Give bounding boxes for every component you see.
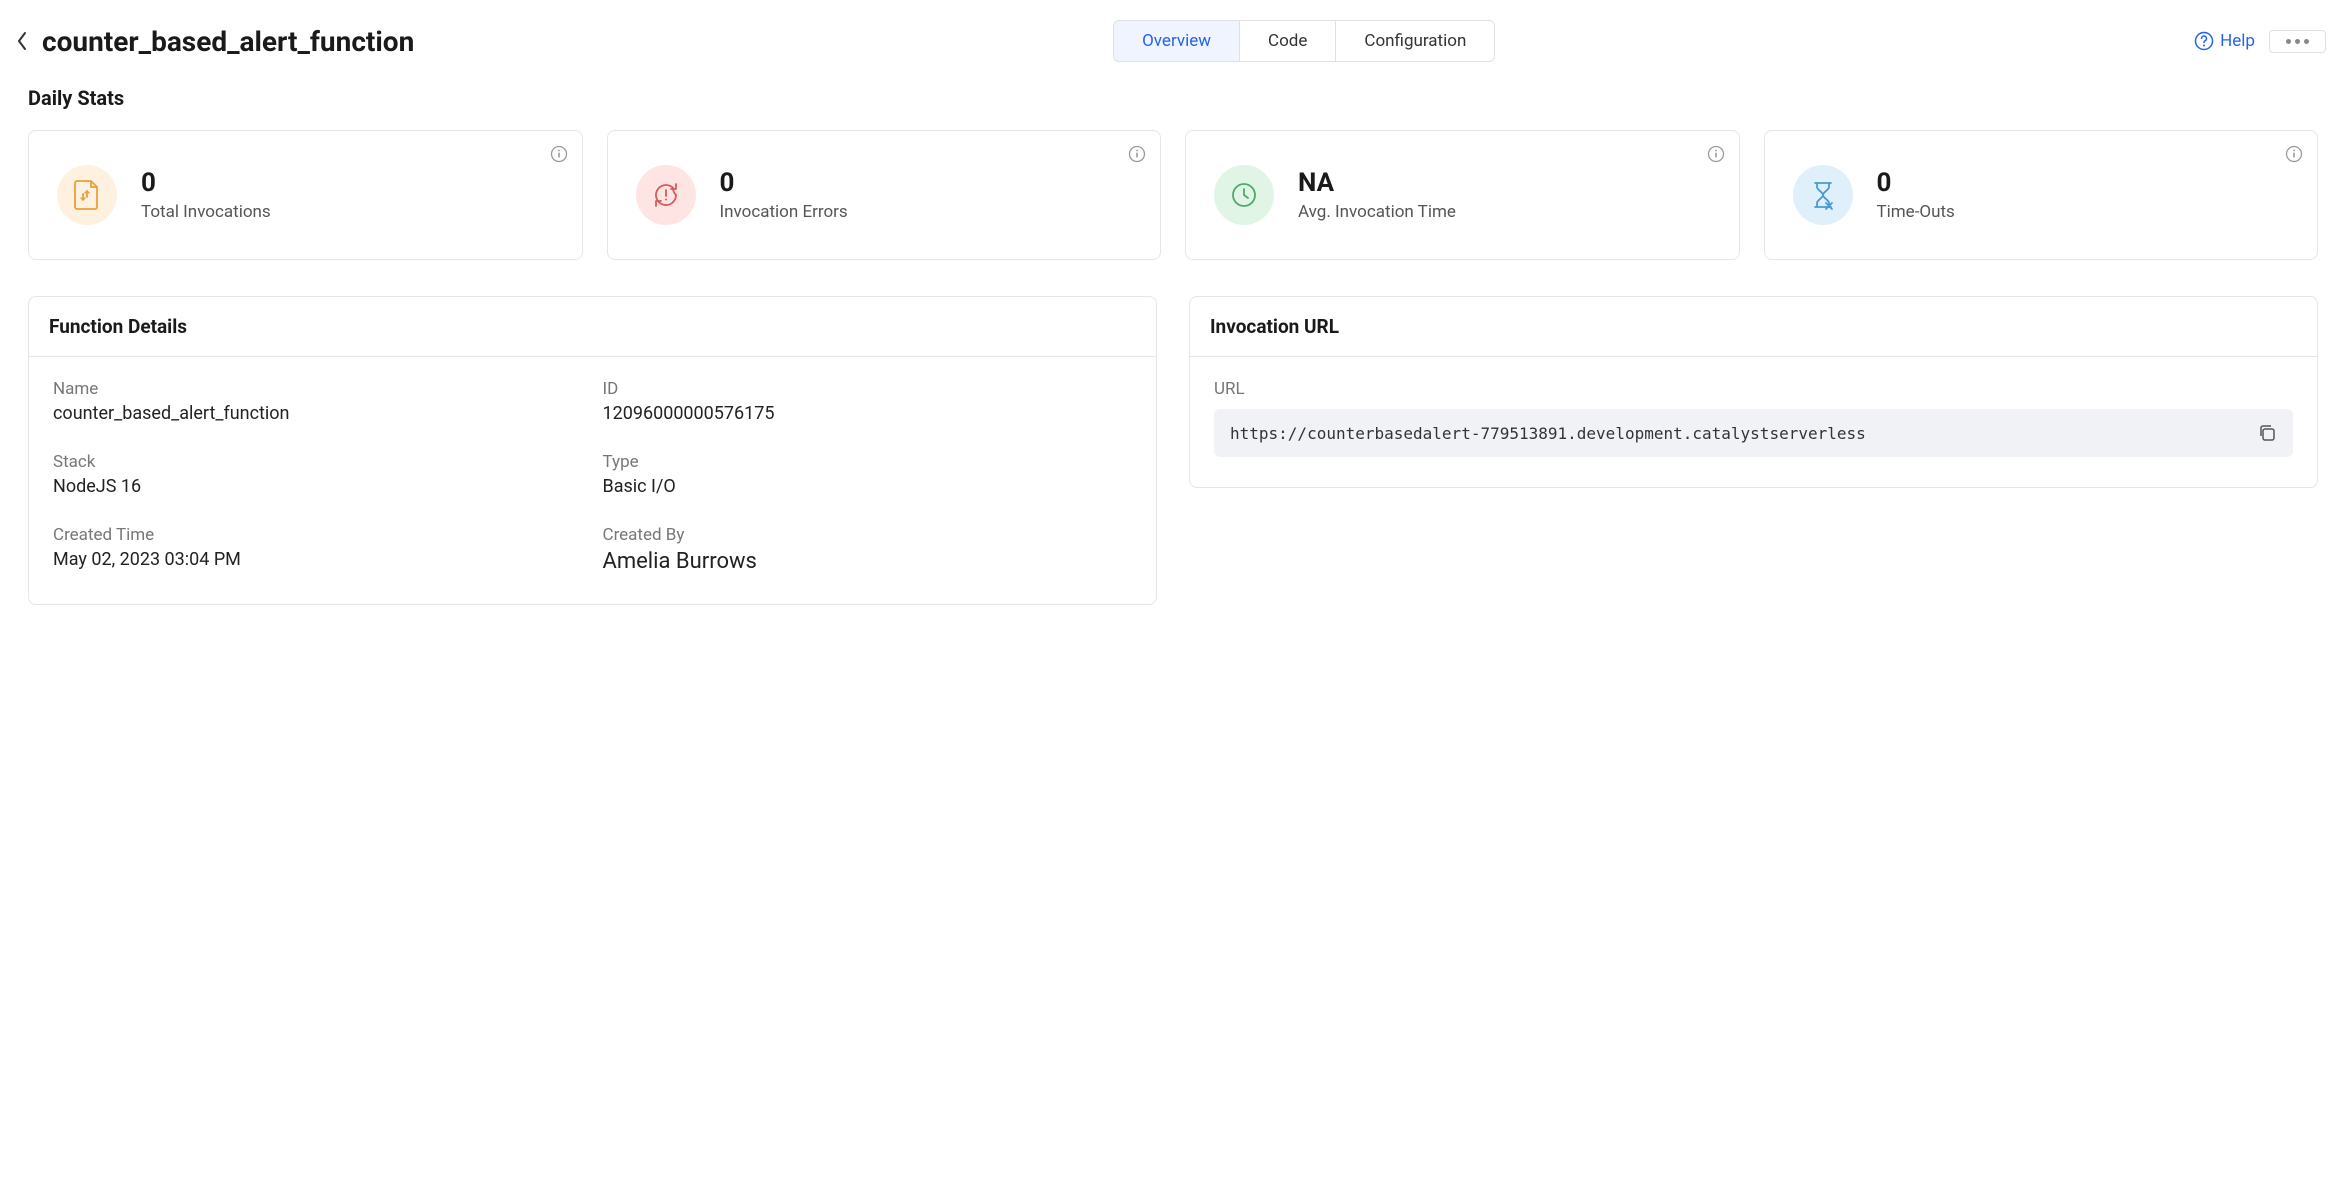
detail-name: Name counter_based_alert_function [53, 379, 583, 424]
stat-label: Time-Outs [1877, 202, 1955, 222]
help-label: Help [2220, 31, 2255, 51]
info-icon[interactable] [550, 145, 568, 163]
tab-group: Overview Code Configuration [1113, 20, 1495, 62]
stat-card-timeouts: 0 Time-Outs [1764, 130, 2319, 260]
stat-card-errors: 0 Invocation Errors [607, 130, 1162, 260]
url-text: https://counterbasedalert-779513891.deve… [1230, 424, 1866, 443]
stat-value: NA [1298, 168, 1456, 198]
detail-label: ID [603, 379, 1133, 399]
url-label: URL [1214, 379, 2293, 399]
dot-icon [2286, 39, 2291, 44]
detail-value: counter_based_alert_function [53, 403, 583, 424]
detail-label: Type [603, 452, 1133, 472]
info-icon[interactable] [2285, 145, 2303, 163]
detail-label: Stack [53, 452, 583, 472]
detail-created-by: Created By Amelia Burrows [603, 525, 1133, 574]
daily-stats-heading: Daily Stats [28, 86, 2318, 110]
info-icon[interactable] [1707, 145, 1725, 163]
detail-created-time: Created Time May 02, 2023 03:04 PM [53, 525, 583, 574]
detail-value: NodeJS 16 [53, 476, 583, 497]
help-icon [2194, 31, 2214, 51]
back-button[interactable] [16, 31, 28, 51]
detail-value: Amelia Burrows [603, 549, 1133, 574]
file-icon [57, 165, 117, 225]
stat-value: 0 [141, 168, 271, 198]
stat-value: 0 [720, 168, 848, 198]
stat-card-avg-time: NA Avg. Invocation Time [1185, 130, 1740, 260]
invocation-url-heading: Invocation URL [1190, 297, 2317, 357]
detail-value: May 02, 2023 03:04 PM [53, 549, 583, 570]
detail-id: ID 12096000000576175 [603, 379, 1133, 424]
hourglass-icon [1793, 165, 1853, 225]
help-link[interactable]: Help [2194, 31, 2255, 51]
stat-label: Total Invocations [141, 202, 271, 222]
stat-value: 0 [1877, 168, 1955, 198]
more-button[interactable] [2269, 30, 2326, 53]
dot-icon [2295, 39, 2300, 44]
detail-value: 12096000000576175 [603, 403, 1133, 424]
copy-button[interactable] [2257, 423, 2277, 443]
tab-code[interactable]: Code [1240, 21, 1336, 61]
stat-card-invocations: 0 Total Invocations [28, 130, 583, 260]
detail-type: Type Basic I/O [603, 452, 1133, 497]
refresh-alert-icon [636, 165, 696, 225]
clock-icon [1214, 165, 1274, 225]
detail-label: Created Time [53, 525, 583, 545]
tab-configuration[interactable]: Configuration [1336, 21, 1494, 61]
url-box: https://counterbasedalert-779513891.deve… [1214, 409, 2293, 457]
detail-label: Created By [603, 525, 1133, 545]
invocation-url-panel: Invocation URL URL https://counterbaseda… [1189, 296, 2318, 488]
stat-label: Avg. Invocation Time [1298, 202, 1456, 222]
info-icon[interactable] [1128, 145, 1146, 163]
detail-value: Basic I/O [603, 476, 1133, 497]
tab-overview[interactable]: Overview [1114, 21, 1240, 61]
page-title: counter_based_alert_function [42, 25, 414, 58]
function-details-heading: Function Details [29, 297, 1156, 357]
detail-stack: Stack NodeJS 16 [53, 452, 583, 497]
function-details-panel: Function Details Name counter_based_aler… [28, 296, 1157, 605]
stat-label: Invocation Errors [720, 202, 848, 222]
detail-label: Name [53, 379, 583, 399]
dot-icon [2304, 39, 2309, 44]
